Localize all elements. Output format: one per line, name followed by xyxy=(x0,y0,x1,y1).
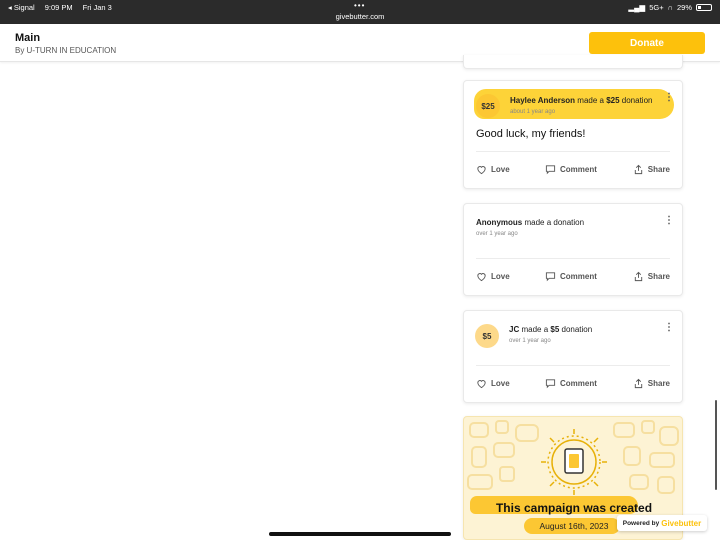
givebutter-logo: Givebutter xyxy=(661,518,702,528)
donor-name[interactable]: JC xyxy=(509,325,519,334)
more-options-icon[interactable]: ⋮ xyxy=(664,216,674,226)
comment-button[interactable]: Comment xyxy=(545,271,597,282)
comment-icon xyxy=(545,272,556,282)
comment-button[interactable]: Comment xyxy=(545,164,597,175)
address-url[interactable]: givebutter.com xyxy=(0,12,720,21)
card-divider xyxy=(476,365,670,366)
donation-card: Anonymous made a donation over 1 year ag… xyxy=(463,203,683,296)
donation-verb: made a xyxy=(575,96,607,105)
powered-by-label: Powered by xyxy=(622,519,660,527)
share-button[interactable]: Share xyxy=(633,271,670,282)
donor-line: Haylee Anderson made a $25 donation xyxy=(510,96,652,105)
heart-icon xyxy=(477,273,486,282)
heart-icon xyxy=(477,380,486,389)
donor-line: JC made a $5 donation xyxy=(509,325,592,334)
card-divider xyxy=(476,258,670,259)
donation-amount: $5 xyxy=(550,325,560,334)
share-button[interactable]: Share xyxy=(633,164,670,175)
more-options-icon[interactable]: ⋮ xyxy=(664,323,674,333)
more-options-icon[interactable]: ⋮ xyxy=(664,93,674,103)
page-title: Main xyxy=(15,32,41,44)
love-button[interactable]: Love xyxy=(476,164,510,175)
donation-message: Good luck, my friends! xyxy=(476,128,586,140)
status-date: Fri Jan 3 xyxy=(82,3,112,12)
love-label: Love xyxy=(491,165,510,174)
card-actions: Love Comment Share xyxy=(476,271,670,285)
love-label: Love xyxy=(491,272,510,281)
comment-label: Comment xyxy=(560,272,597,281)
donate-button[interactable]: Donate xyxy=(589,32,705,54)
share-button[interactable]: Share xyxy=(633,378,670,389)
comment-label: Comment xyxy=(560,379,597,388)
multitasking-dots-icon[interactable]: ••• xyxy=(354,1,365,10)
love-label: Love xyxy=(491,379,510,388)
battery-percent: 29% xyxy=(676,3,692,12)
campaign-badge-icon xyxy=(541,429,607,495)
donation-amount-badge: $5 xyxy=(475,324,499,348)
donation-card: $5 JC made a $5 donation over 1 year ago… xyxy=(463,310,683,403)
donor-name[interactable]: Anonymous xyxy=(476,218,522,227)
status-right: ▂▄▆ 5G+ ∩ 29% xyxy=(628,3,712,12)
share-label: Share xyxy=(647,272,670,281)
love-button[interactable]: Love xyxy=(476,378,510,389)
organizer-subtitle: By U-TURN IN EDUCATION xyxy=(15,46,117,55)
donation-suffix: donation xyxy=(619,96,653,105)
comment-button[interactable]: Comment xyxy=(545,378,597,389)
status-bar: ◂ Signal 9:09 PM Fri Jan 3 ••• givebutte… xyxy=(0,0,720,24)
signal-icon: ▂▄▆ xyxy=(628,3,646,12)
donation-verb: made a donation xyxy=(522,218,585,227)
donor-name[interactable]: Haylee Anderson xyxy=(510,96,575,105)
card-divider xyxy=(476,151,670,152)
donation-timestamp: over 1 year ago xyxy=(509,338,551,344)
comment-icon xyxy=(545,379,556,389)
share-label: Share xyxy=(647,165,670,174)
donation-suffix: donation xyxy=(559,325,593,334)
love-button[interactable]: Love xyxy=(476,271,510,282)
donation-amount: $25 xyxy=(606,96,620,105)
donation-verb: made a xyxy=(519,325,551,334)
page-scrollbar[interactable] xyxy=(715,400,717,490)
network-label: 5G+ xyxy=(649,3,664,12)
headphones-icon: ∩ xyxy=(667,3,673,12)
donation-amount-badge: $25 xyxy=(476,94,500,118)
battery-icon xyxy=(696,4,712,11)
share-icon xyxy=(634,271,642,282)
donation-timestamp: about 1 year ago xyxy=(510,109,556,115)
share-label: Share xyxy=(647,379,670,388)
card-actions: Love Comment Share xyxy=(476,378,670,392)
powered-by-givebutter-badge[interactable]: Powered by Givebutter xyxy=(617,515,707,531)
comment-label: Comment xyxy=(560,165,597,174)
campaign-created-title: This campaign was created xyxy=(495,501,653,515)
back-to-app-link[interactable]: ◂ Signal xyxy=(8,3,35,12)
status-left: ◂ Signal 9:09 PM Fri Jan 3 xyxy=(8,3,112,12)
status-time: 9:09 PM xyxy=(44,3,73,12)
share-icon xyxy=(634,164,642,175)
donor-line: Anonymous made a donation xyxy=(476,218,584,227)
card-actions: Love Comment Share xyxy=(476,164,670,178)
share-icon xyxy=(634,378,642,389)
donation-timestamp: over 1 year ago xyxy=(476,231,518,237)
donation-card: $25 Haylee Anderson made a $25 donation … xyxy=(463,80,683,189)
heart-icon xyxy=(477,166,486,175)
previous-feed-card xyxy=(463,55,683,69)
home-indicator[interactable] xyxy=(269,532,451,536)
comment-icon xyxy=(545,165,556,175)
